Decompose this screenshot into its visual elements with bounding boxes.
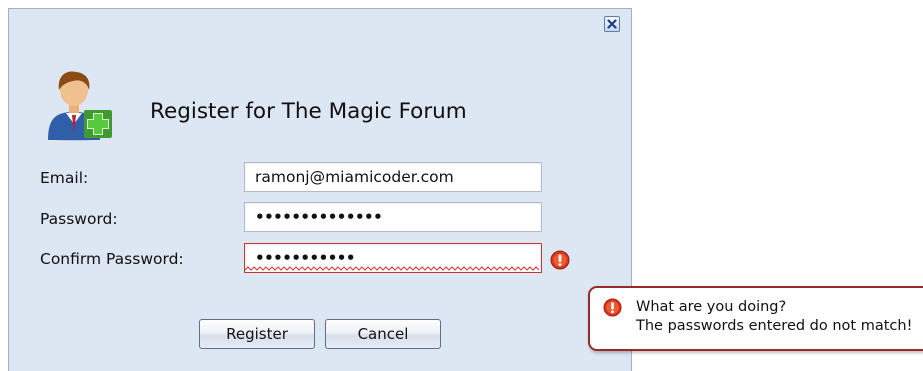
confirm-password-field[interactable]: •••••••••••	[244, 243, 542, 273]
dialog-title: Register for The Magic Forum	[150, 99, 467, 124]
confirm-password-value: •••••••••••	[255, 249, 355, 267]
error-icon	[603, 298, 622, 317]
email-value: ramonj@miamicoder.com	[255, 168, 454, 186]
password-label: Password:	[40, 210, 118, 228]
tooltip-line-2: The passwords entered do not match!	[636, 318, 913, 334]
email-field[interactable]: ramonj@miamicoder.com	[244, 162, 542, 192]
password-value: ••••••••••••••	[255, 208, 383, 226]
cancel-button[interactable]: Cancel	[325, 319, 441, 349]
error-icon	[550, 250, 570, 270]
confirm-password-label: Confirm Password:	[40, 250, 184, 268]
close-icon	[607, 19, 617, 29]
tooltip-line-1: What are you doing?	[636, 299, 787, 315]
close-button[interactable]	[604, 16, 620, 32]
invalid-underline	[245, 266, 540, 271]
password-field[interactable]: ••••••••••••••	[244, 202, 542, 232]
email-label: Email:	[40, 169, 89, 187]
register-button[interactable]: Register	[199, 319, 315, 349]
user-add-icon	[48, 71, 112, 141]
